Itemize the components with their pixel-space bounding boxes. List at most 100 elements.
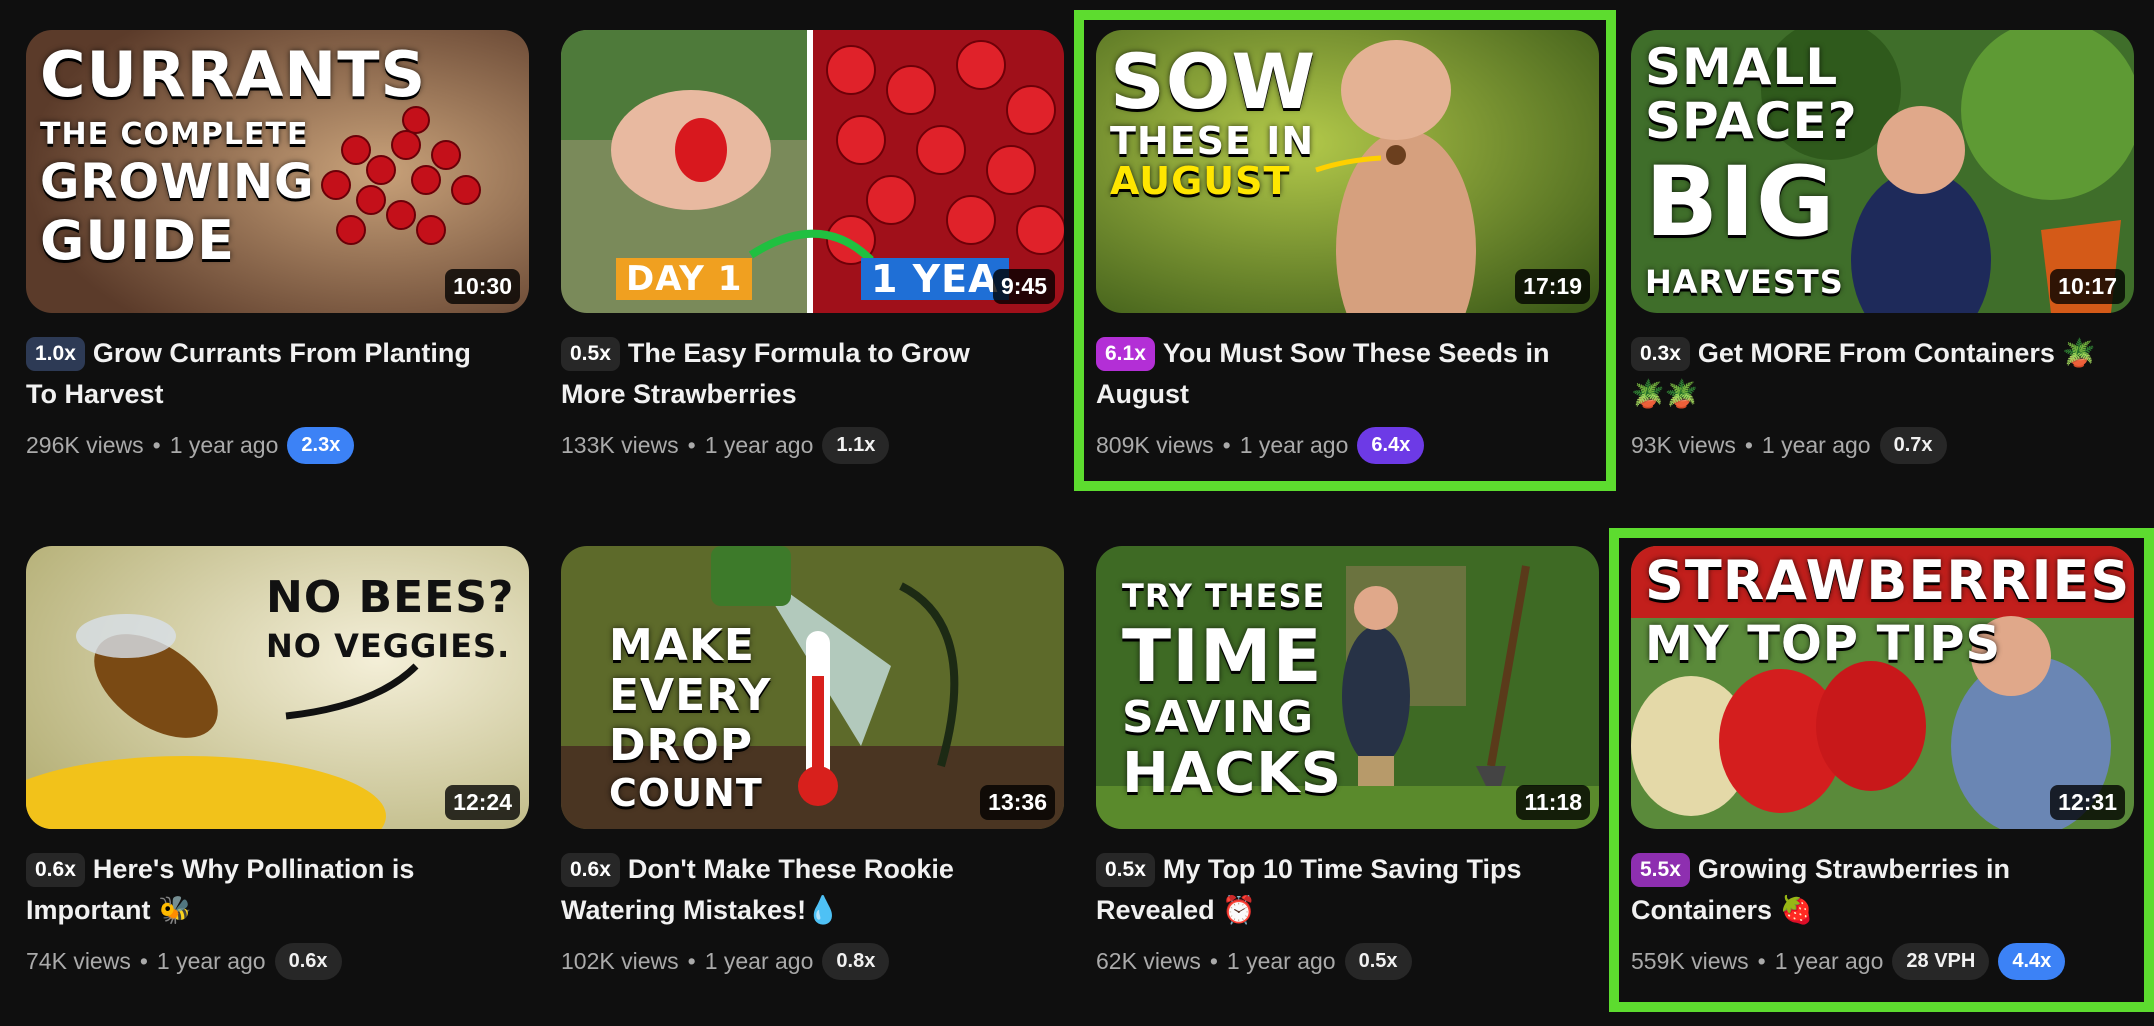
thumbnail-text: EVERY — [609, 670, 772, 721]
thumbnail-text: GUIDE — [40, 209, 235, 272]
view-count: 809K views — [1096, 431, 1214, 458]
thumbnail-text: CURRANTS — [40, 38, 427, 111]
upload-age: 1 year ago — [704, 947, 814, 974]
video-title-text: Don't Make These Rookie Watering Mistake… — [561, 854, 954, 925]
upload-age: 1 year ago — [704, 431, 814, 458]
upload-age: 1 year ago — [1774, 947, 1884, 974]
video-meta: 133K views • 1 year ago 1.1x — [561, 425, 1064, 465]
score-pill: 0.5x — [1344, 942, 1412, 980]
video-thumbnail[interactable]: SOW THESE IN AUGUST 17:19 — [1096, 30, 1599, 313]
duration-label: 17:19 — [1515, 269, 1590, 304]
thumbnail-text: SPACE? — [1645, 92, 1858, 150]
video-meta: 62K views • 1 year ago 0.5x — [1096, 941, 1599, 981]
upload-age: 1 year ago — [1239, 431, 1349, 458]
separator-dot: • — [139, 947, 148, 974]
separator-dot: • — [152, 431, 161, 458]
video-title[interactable]: 0.6x Don't Make These Rookie Watering Mis… — [561, 849, 1041, 931]
view-count: 93K views — [1631, 431, 1736, 458]
thumbnail-text: AUGUST — [1110, 159, 1291, 203]
thumbnail-text: STRAWBERRIES — [1645, 549, 2131, 612]
video-title[interactable]: 1.0x Grow Currants From Planting To Harve… — [26, 333, 506, 415]
video-title[interactable]: 6.1x You Must Sow These Seeds in August — [1096, 333, 1576, 415]
thumbnail-label-year: 1 YEA — [861, 258, 1009, 300]
upload-age: 1 year ago — [1226, 947, 1336, 974]
separator-dot: • — [1744, 431, 1753, 458]
video-thumbnail[interactable]: TRY THESE TIME SAVING HACKS 11:18 — [1096, 546, 1599, 829]
thumbnail-text: DROP — [609, 720, 754, 771]
outlier-badge: 1.0x — [26, 337, 85, 371]
score-pill: 0.6x — [274, 942, 342, 980]
video-title[interactable]: 5.5x Growing Strawberries in Containers 🍓 — [1631, 849, 2111, 931]
thumbnail-text: HARVESTS — [1645, 263, 1844, 301]
video-meta: 296K views • 1 year ago 2.3x — [26, 425, 529, 465]
thumbnail-text: HACKS — [1122, 741, 1343, 806]
separator-dot: • — [687, 431, 696, 458]
score-pill: 1.1x — [822, 426, 890, 464]
video-meta: 809K views • 1 year ago 6.4x — [1096, 425, 1599, 465]
video-thumbnail[interactable]: CURRANTS THE COMPLETE GROWING GUIDE 10:3… — [26, 30, 529, 313]
duration-label: 10:17 — [2050, 269, 2125, 304]
video-card[interactable]: NO BEES? NO VEGGIES. 12:24 0.6x Here's Wh… — [26, 546, 529, 981]
duration-label: 11:18 — [1516, 785, 1590, 820]
video-title-text: You Must Sow These Seeds in August — [1096, 338, 1550, 409]
video-card[interactable]: SMALL SPACE? BIG HARVESTS 10:17 0.3x Get … — [1631, 30, 2134, 465]
thumbnail-text: TRY THESE — [1122, 577, 1326, 615]
video-card[interactable]: DAY 1 1 YEA 9:45 0.5x The Easy Formula to… — [561, 30, 1064, 465]
outlier-badge: 0.3x — [1631, 337, 1690, 371]
video-meta: 102K views • 1 year ago 0.8x — [561, 941, 1064, 981]
thumbnail-text: GROWING — [40, 154, 315, 210]
video-meta: 93K views • 1 year ago 0.7x — [1631, 425, 2134, 465]
outlier-badge: 0.5x — [1096, 853, 1155, 887]
video-thumbnail[interactable]: MAKE EVERY DROP COUNT 13:36 — [561, 546, 1064, 829]
video-thumbnail[interactable]: SMALL SPACE? BIG HARVESTS 10:17 — [1631, 30, 2134, 313]
thumbnail-text: MY TOP TIPS — [1645, 616, 2002, 672]
video-title-text: My Top 10 Time Saving Tips Revealed ⏰ — [1096, 854, 1522, 925]
separator-dot: • — [1222, 431, 1231, 458]
duration-label: 13:36 — [980, 785, 1055, 820]
score-pill: 6.4x — [1357, 426, 1425, 464]
outlier-badge: 6.1x — [1096, 337, 1155, 371]
video-card[interactable]: CURRANTS THE COMPLETE GROWING GUIDE 10:3… — [26, 30, 529, 465]
video-title-text: Grow Currants From Planting To Harvest — [26, 338, 471, 409]
outlier-badge: 0.6x — [561, 853, 620, 887]
video-thumbnail[interactable]: NO BEES? NO VEGGIES. 12:24 — [26, 546, 529, 829]
view-count: 74K views — [26, 947, 131, 974]
thumbnail-text: COUNT — [609, 771, 763, 815]
thumbnail-text: SOW — [1110, 37, 1317, 126]
view-count: 559K views — [1631, 947, 1749, 974]
thumbnail-text: TIME — [1122, 614, 1323, 698]
view-count: 102K views — [561, 947, 679, 974]
outlier-badge: 0.6x — [26, 853, 85, 887]
video-card[interactable]: STRAWBERRIES MY TOP TIPS 12:31 5.5x Growi… — [1631, 546, 2134, 981]
view-count: 296K views — [26, 431, 144, 458]
outlier-badge: 0.5x — [561, 337, 620, 371]
video-thumbnail[interactable]: DAY 1 1 YEA 9:45 — [561, 30, 1064, 313]
video-meta: 559K views • 1 year ago 28 VPH 4.4x — [1631, 941, 2134, 981]
score-pill: 2.3x — [287, 426, 355, 464]
thumbnail-text: SAVING — [1122, 692, 1315, 743]
upload-age: 1 year ago — [1761, 431, 1871, 458]
thumbnail-label-day1: DAY 1 — [616, 258, 753, 300]
video-title-text: Get MORE From Containers 🪴🪴🪴 — [1631, 338, 2097, 409]
video-title[interactable]: 0.5x The Easy Formula to Grow More Strawb… — [561, 333, 1041, 415]
thumbnail-text: BIG — [1645, 146, 1836, 258]
duration-label: 9:45 — [992, 269, 1055, 304]
video-card[interactable]: TRY THESE TIME SAVING HACKS 11:18 0.5x My… — [1096, 546, 1599, 981]
video-thumbnail[interactable]: STRAWBERRIES MY TOP TIPS 12:31 — [1631, 546, 2134, 829]
video-title[interactable]: 0.5x My Top 10 Time Saving Tips Revealed … — [1096, 849, 1576, 931]
thumbnail-text: NO BEES? — [266, 572, 515, 623]
video-title[interactable]: 0.3x Get MORE From Containers 🪴🪴🪴 — [1631, 333, 2111, 415]
video-card[interactable]: SOW THESE IN AUGUST 17:19 6.1x You Must S… — [1096, 30, 1599, 465]
upload-age: 1 year ago — [156, 947, 266, 974]
score-pill: 0.7x — [1879, 426, 1947, 464]
duration-label: 12:24 — [445, 785, 520, 820]
thumbnail-text: NO VEGGIES. — [266, 627, 511, 665]
video-card[interactable]: MAKE EVERY DROP COUNT 13:36 0.6x Don't Ma… — [561, 546, 1064, 981]
duration-label: 10:30 — [445, 269, 520, 304]
score-pill: 4.4x — [1998, 942, 2066, 980]
video-title-text: The Easy Formula to Grow More Strawberri… — [561, 338, 970, 409]
view-count: 133K views — [561, 431, 679, 458]
video-title[interactable]: 0.6x Here's Why Pollination is Important … — [26, 849, 506, 931]
thumbnail-text: THE COMPLETE — [40, 117, 309, 152]
duration-label: 12:31 — [2050, 785, 2125, 820]
